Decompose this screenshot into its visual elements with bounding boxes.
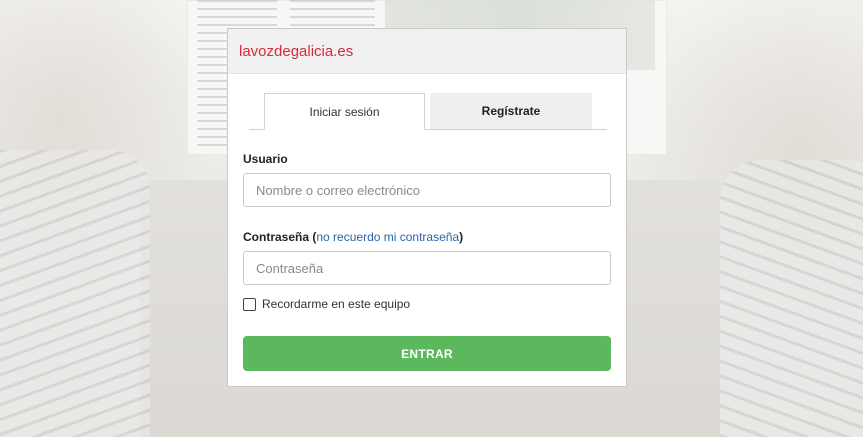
tab-login[interactable]: Iniciar sesión xyxy=(264,93,425,130)
username-label: Usuario xyxy=(243,152,288,166)
background-sleeve-right xyxy=(720,160,863,437)
password-input[interactable] xyxy=(243,251,611,285)
background-sleeve-left xyxy=(0,150,150,437)
forgot-password-paren-close: ) xyxy=(459,230,464,244)
tab-login-label: Iniciar sesión xyxy=(309,104,380,119)
forgot-password-link[interactable]: no recuerdo mi contraseña xyxy=(316,230,459,244)
remember-me-checkbox[interactable] xyxy=(243,297,256,311)
site-title: lavozdegalicia.es xyxy=(239,42,354,60)
password-label-row: Contraseña (no recuerdo mi contraseña) xyxy=(243,230,463,244)
auth-tabs: Iniciar sesión Regístrate xyxy=(249,93,607,130)
tab-register-label: Regístrate xyxy=(481,104,541,118)
submit-button[interactable]: ENTRAR xyxy=(243,336,611,371)
modal-header: lavozdegalicia.es xyxy=(228,29,626,74)
remember-me-label: Recordarme en este equipo xyxy=(262,297,411,311)
login-modal: lavozdegalicia.es Iniciar sesión Regístr… xyxy=(227,28,627,387)
username-input[interactable] xyxy=(243,173,611,207)
password-label: Contraseña xyxy=(243,230,310,244)
remember-me[interactable]: Recordarme en este equipo xyxy=(243,297,410,311)
tab-register[interactable]: Regístrate xyxy=(430,93,592,129)
